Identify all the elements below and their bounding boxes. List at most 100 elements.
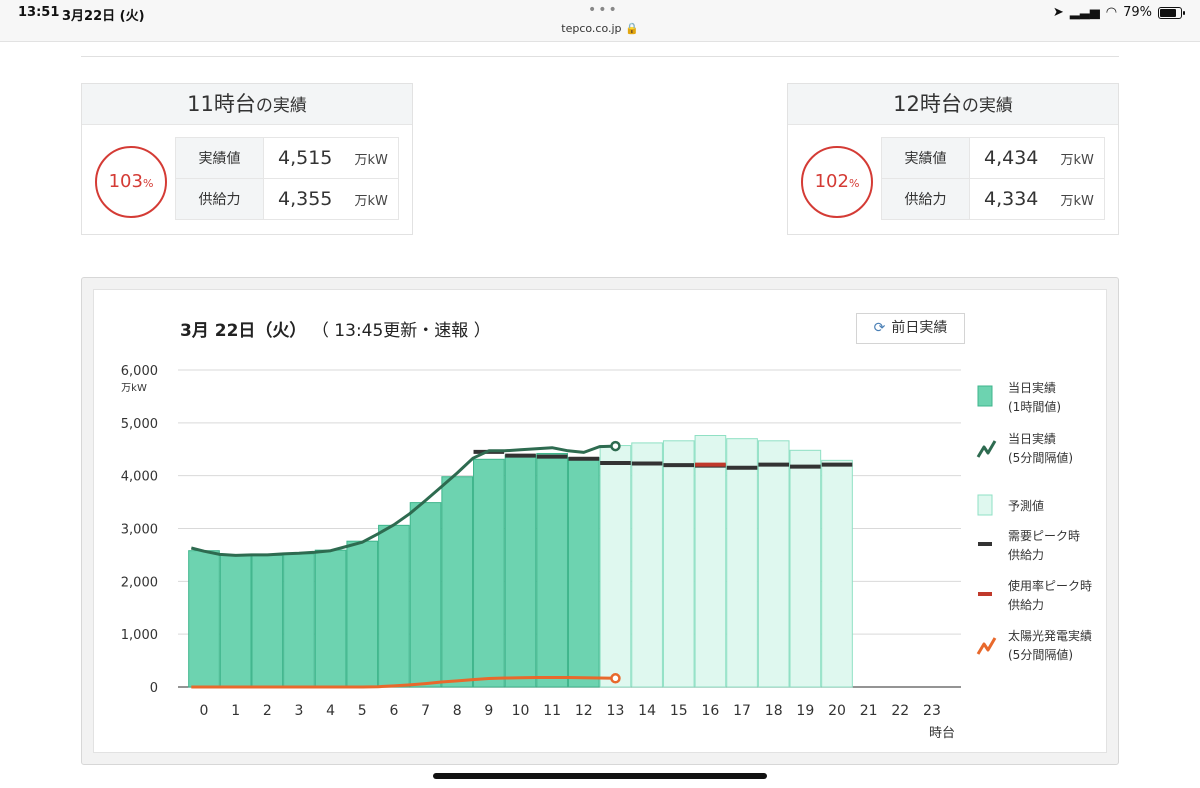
row-value: 4,434 <box>969 137 1061 179</box>
x-tick-label: 14 <box>638 703 656 719</box>
y-tick-label: 3,000 <box>121 523 158 538</box>
x-tick-label: 11 <box>543 703 561 719</box>
result-card-12: 12時台の実績 102% 実績値 4,434 万kW 供給力 4,334 万kW <box>787 83 1119 235</box>
legend-swatch <box>977 385 993 407</box>
x-tick-label: 21 <box>860 703 878 719</box>
usage-rate-circle: 103% <box>95 146 167 218</box>
legend-swatch <box>976 637 997 655</box>
y-tick-label: 4,000 <box>121 470 158 485</box>
table-row: 実績値 4,515 万kW <box>175 137 399 179</box>
row-label: 供給力 <box>175 178 264 220</box>
series-end-point <box>610 673 621 684</box>
result-table: 実績値 4,515 万kW 供給力 4,355 万kW <box>175 137 399 220</box>
x-tick-label: 23 <box>923 703 941 719</box>
bar <box>726 438 758 688</box>
legend-label: 供給力 <box>1008 598 1044 612</box>
chart-area: 3月 22日（火）（ 13:45更新・速報 ） ⟳ 前日実績 0 1,000 2,00… <box>93 289 1107 753</box>
x-tick-label: 6 <box>389 703 398 719</box>
row-label: 実績値 <box>175 137 264 179</box>
x-tick-label: 22 <box>891 703 909 719</box>
usage-rate-value: 103 <box>108 171 143 192</box>
wifi-icon: ◠ <box>1105 5 1118 20</box>
card-title-suffix: の実績 <box>255 96 307 116</box>
x-tick-label: 7 <box>421 703 430 719</box>
bar <box>283 553 315 688</box>
legend-label: (5分間隔値) <box>1008 450 1073 465</box>
usage-rate-value: 102 <box>814 171 849 192</box>
x-tick-label: 20 <box>828 703 846 719</box>
x-axis-label: 時台 <box>929 726 955 741</box>
x-tick-label: 13 <box>607 703 625 719</box>
legend-label: 太陽光発電実績 <box>1008 628 1092 643</box>
usage-rate-percent: % <box>848 177 860 190</box>
bar <box>536 452 568 688</box>
card-title: 12時台の実績 <box>788 84 1118 125</box>
bar <box>188 550 220 688</box>
legend-label: 使用率ピーク時 <box>1008 578 1092 593</box>
usage-rate-percent: % <box>142 177 154 190</box>
x-tick-label: 18 <box>765 703 783 719</box>
location-icon: ➤ <box>1052 5 1064 20</box>
legend-swatch <box>977 494 993 516</box>
status-indicators: ➤ ▂▃▅ ◠ 79% <box>1052 5 1185 20</box>
legend-label: (1時間値) <box>1008 399 1061 414</box>
legend-label: (5分間隔値) <box>1008 647 1073 662</box>
home-indicator[interactable] <box>433 773 767 779</box>
row-unit: 万kW <box>354 178 399 220</box>
x-tick-label: 4 <box>326 703 335 719</box>
card-title-suffix: の実績 <box>961 96 1013 116</box>
result-table: 実績値 4,434 万kW 供給力 4,334 万kW <box>881 137 1105 220</box>
x-tick-label: 12 <box>575 703 593 719</box>
y-tick-label: 2,000 <box>121 575 158 590</box>
x-tick-label: 10 <box>512 703 530 719</box>
demand-chart: 0 1,000 2,000 3,000 4,000 5,000 6,000 万kW 0 1 2 3 4 5… <box>121 364 1092 741</box>
bar <box>346 540 379 688</box>
row-label: 供給力 <box>881 178 970 220</box>
bar <box>314 549 347 688</box>
bar <box>821 459 853 688</box>
bar <box>251 554 284 688</box>
x-tick-label: 19 <box>796 703 814 719</box>
x-tick-label: 8 <box>453 703 462 719</box>
usage-rate-circle: 102% <box>801 146 873 218</box>
row-unit: 万kW <box>1060 178 1105 220</box>
legend-label: 需要ピーク時 <box>1008 529 1080 543</box>
row-value: 4,355 <box>263 178 355 220</box>
y-tick-label: 1,000 <box>121 628 158 643</box>
y-tick-label: 0 <box>150 681 158 696</box>
divider <box>81 56 1119 57</box>
row-label: 実績値 <box>881 137 970 179</box>
table-row: 供給力 4,334 万kW <box>881 178 1105 220</box>
x-tick-label: 5 <box>358 703 367 719</box>
table-row: 実績値 4,434 万kW <box>881 137 1105 179</box>
bar <box>599 445 632 688</box>
row-value: 4,334 <box>969 178 1061 220</box>
bar <box>441 476 474 688</box>
bar <box>789 449 822 688</box>
address-bar-url[interactable]: tepco.co.jp 🔒 <box>0 22 1200 35</box>
bar <box>409 502 442 688</box>
y-tick-label: 5,000 <box>121 417 158 432</box>
status-time: 13:51 <box>18 5 60 20</box>
status-bar: 13:51 3月22日 (火) ••• tepco.co.jp 🔒 ➤ ▂▃▅ … <box>0 0 1200 42</box>
battery-icon <box>1158 6 1185 19</box>
card-title-hour: 12時台 <box>893 92 962 116</box>
row-unit: 万kW <box>354 137 399 179</box>
chart-panel: 3月 22日（火）（ 13:45更新・速報 ） ⟳ 前日実績 0 1,000 2,00… <box>81 277 1119 765</box>
y-tick-label: 6,000 <box>121 364 158 379</box>
table-row: 供給力 4,355 万kW <box>175 178 399 220</box>
x-tick-label: 15 <box>670 703 688 719</box>
bar <box>694 435 727 688</box>
legend-swatch <box>976 440 997 458</box>
row-unit: 万kW <box>1060 137 1105 179</box>
row-value: 4,515 <box>263 137 355 179</box>
x-tick-label: 3 <box>294 703 303 719</box>
bar <box>567 457 600 688</box>
legend-label: 当日実績 <box>1008 431 1056 446</box>
x-tick-label: 0 <box>200 703 209 719</box>
series-end-point <box>610 440 621 452</box>
y-axis-unit: 万kW <box>121 383 147 394</box>
more-dots-icon[interactable]: ••• <box>588 2 619 18</box>
legend-label: 当日実績 <box>1008 380 1056 395</box>
x-tick-label: 17 <box>733 703 751 719</box>
